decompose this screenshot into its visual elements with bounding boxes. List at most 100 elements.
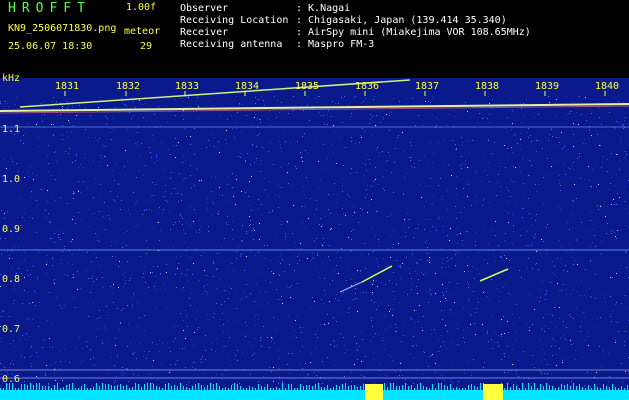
y-tick-label: 1.0 [2, 174, 21, 185]
meteor-power-burst [483, 384, 503, 400]
antenna-label: Receiving antenna [180, 39, 283, 50]
power-spike [189, 388, 190, 390]
power-spike [126, 385, 127, 390]
power-spike [402, 385, 403, 390]
power-spike [522, 383, 523, 390]
power-spike [108, 384, 109, 390]
power-spike [597, 387, 598, 390]
power-spike [39, 383, 40, 390]
power-spike [540, 384, 541, 390]
power-spike [21, 384, 22, 390]
power-spike [444, 385, 445, 390]
power-spike [153, 384, 154, 390]
power-spike [624, 388, 625, 390]
power-spike [531, 386, 532, 390]
power-spike [204, 387, 205, 390]
power-spike [543, 386, 544, 390]
power-spike [534, 383, 535, 390]
power-spike [468, 385, 469, 390]
power-spike [237, 384, 238, 390]
power-spike [567, 384, 568, 390]
spectrogram [0, 78, 629, 400]
power-spike [435, 388, 436, 390]
x-tick-label: 1838 [475, 81, 500, 92]
power-spike [207, 385, 208, 390]
app-title: HROFFT [8, 1, 91, 16]
power-spike [360, 386, 361, 390]
power-spike [60, 388, 61, 390]
power-spike [354, 385, 355, 390]
power-spike [279, 388, 280, 390]
power-spike [297, 388, 298, 390]
file-name: KN9_2506071830.png [8, 23, 117, 34]
power-spike [516, 386, 517, 390]
power-spike [24, 384, 25, 390]
power-spike [588, 385, 589, 390]
power-spike [156, 386, 157, 390]
antenna-value: : Maspro FM-3 [296, 39, 375, 50]
x-tick-label: 1832 [116, 81, 141, 92]
power-spike [621, 386, 622, 390]
date-time: 25.06.07 18:30 [8, 41, 93, 52]
power-spike [576, 386, 577, 390]
power-spike [429, 388, 430, 390]
power-spike [210, 383, 211, 390]
power-spike [180, 383, 181, 390]
power-spike [15, 388, 16, 390]
power-spike [261, 386, 262, 390]
power-spike [600, 388, 601, 390]
power-spike [339, 386, 340, 390]
power-spike [228, 388, 229, 390]
power-spike [474, 386, 475, 390]
power-spike [291, 384, 292, 390]
power-spike [546, 383, 547, 390]
meteor-power-burst [365, 384, 383, 400]
power-spike [558, 387, 559, 390]
power-spike [396, 386, 397, 390]
receiver-value: : AirSpy mini (Miakejima VOR 108.65MHz) [296, 27, 531, 38]
power-spike [117, 385, 118, 390]
power-spike [432, 384, 433, 390]
power-spike [81, 386, 82, 390]
power-spike [195, 384, 196, 390]
power-spike [30, 383, 31, 390]
power-spike [603, 384, 604, 390]
power-spike [309, 385, 310, 390]
power-spike [570, 386, 571, 390]
x-tick-label: 1831 [55, 81, 80, 92]
power-spike [102, 383, 103, 390]
power-spike [270, 388, 271, 390]
power-spike [459, 388, 460, 390]
power-spike [267, 384, 268, 390]
power-spike [27, 385, 28, 390]
power-spike [222, 388, 223, 390]
power-spike [348, 386, 349, 390]
power-spike [66, 385, 67, 390]
meteor-label: meteor [124, 26, 161, 37]
power-spike [414, 388, 415, 390]
power-spike [255, 388, 256, 390]
x-tick-label: 1840 [595, 81, 620, 92]
power-spike [171, 386, 172, 390]
power-spike [201, 385, 202, 390]
power-spike [303, 386, 304, 390]
power-spike [573, 383, 574, 390]
power-spike [465, 388, 466, 390]
power-spike [75, 388, 76, 390]
observer-value: : K.Nagai [296, 3, 351, 14]
power-spike [561, 384, 562, 390]
y-tick-label: 0.8 [2, 274, 21, 285]
power-spike [471, 384, 472, 390]
power-spike [351, 385, 352, 390]
power-spike [96, 383, 97, 390]
power-spike [405, 383, 406, 390]
power-spike [537, 388, 538, 390]
power-spike [120, 384, 121, 390]
power-spike [144, 384, 145, 390]
power-spike [57, 383, 58, 390]
power-spike [564, 385, 565, 390]
power-spike [591, 388, 592, 390]
power-spike [54, 385, 55, 390]
power-spike [306, 385, 307, 390]
power-spike [3, 388, 4, 390]
